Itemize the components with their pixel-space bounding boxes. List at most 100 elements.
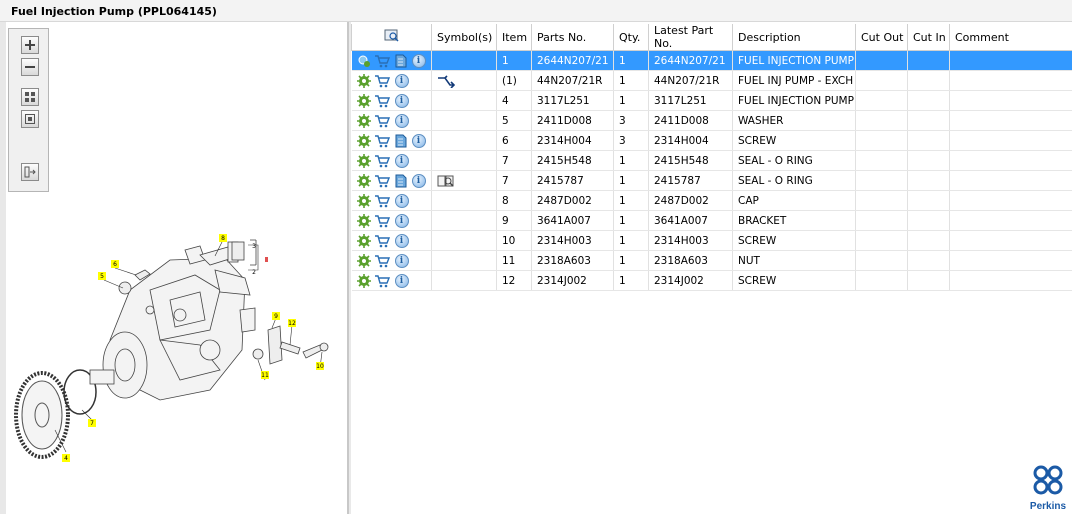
table-row[interactable]: i 1 2644N207/21 1 2644N207/21 FUEL INJECTION … — [351, 50, 1072, 71]
callout-11[interactable]: 11 — [261, 372, 269, 379]
zoom-out-button[interactable] — [21, 58, 39, 76]
table-row[interactable]: i 4 3117L251 1 3117L251 FUEL INJECTION PUMP G — [351, 90, 1072, 111]
document-icon[interactable] — [395, 54, 409, 68]
column-header-find[interactable] — [351, 24, 432, 51]
table-row[interactable]: i 11 2318A603 1 2318A603 NUT — [351, 250, 1072, 271]
info-icon[interactable]: i — [394, 153, 409, 168]
info-icon[interactable]: i — [394, 73, 409, 88]
qty-cell: 1 — [613, 230, 649, 251]
symbol-cell — [431, 70, 497, 91]
cart-icon[interactable] — [374, 94, 392, 108]
cart-icon[interactable] — [374, 214, 392, 228]
cart-icon[interactable] — [374, 114, 392, 128]
gear-icon[interactable] — [356, 173, 371, 188]
symbol-cell — [431, 110, 497, 131]
qty-cell: 1 — [613, 250, 649, 271]
cart-icon[interactable] — [374, 154, 392, 168]
export-button[interactable] — [21, 163, 39, 181]
exploded-parts-diagram[interactable]: 4 7 5 6 8 3 2 11 9 12 10 — [10, 230, 340, 475]
comment-cell — [949, 210, 1072, 231]
info-icon[interactable]: i — [394, 93, 409, 108]
callout-6[interactable]: 6 — [113, 261, 117, 268]
cut-out-cell — [855, 270, 908, 291]
callout-3[interactable]: 3 — [252, 243, 256, 250]
cart-icon[interactable] — [374, 54, 392, 68]
column-header-comment[interactable]: Comment — [949, 24, 1072, 51]
table-row[interactable]: i 7 2415H548 1 2415H548 SEAL - O RING — [351, 150, 1072, 171]
callout-5[interactable]: 5 — [100, 273, 104, 280]
info-icon[interactable]: i — [411, 133, 426, 148]
gear-icon[interactable] — [356, 153, 371, 168]
symbol-cell — [431, 210, 497, 231]
column-header-item[interactable]: Item — [496, 24, 532, 51]
column-header-cut-in[interactable]: Cut In — [907, 24, 950, 51]
column-header-symbols[interactable]: Symbol(s) — [431, 24, 497, 51]
parts-table-body: i 1 2644N207/21 1 2644N207/21 FUEL INJECTION … — [351, 50, 1072, 291]
callout-4[interactable]: 4 — [64, 455, 68, 462]
column-header-cut-out[interactable]: Cut Out — [855, 24, 908, 51]
cart-icon[interactable] — [374, 234, 392, 248]
gear-icon[interactable] — [356, 133, 371, 148]
cart-icon[interactable] — [374, 74, 392, 88]
info-icon[interactable]: i — [394, 113, 409, 128]
locate-icon[interactable] — [357, 54, 371, 68]
exchange-icon[interactable] — [437, 74, 456, 89]
callout-9[interactable]: 9 — [274, 313, 278, 320]
info-icon[interactable]: i — [411, 53, 426, 68]
callout-8[interactable]: 8 — [221, 235, 225, 242]
column-header-parts-no[interactable]: Parts No. — [531, 24, 614, 51]
callout-12[interactable]: 12 — [288, 320, 296, 327]
callout-1-marker[interactable] — [265, 257, 268, 262]
cut-in-cell — [907, 90, 950, 111]
table-row[interactable]: i 10 2314H003 1 2314H003 SCREW — [351, 230, 1072, 251]
table-row[interactable]: i 7 2415787 1 2415787 SEAL - O RING — [351, 170, 1072, 191]
table-row[interactable]: i 8 2487D002 1 2487D002 CAP — [351, 190, 1072, 211]
zoom-in-button[interactable] — [21, 36, 39, 54]
info-icon[interactable]: i — [394, 273, 409, 288]
cart-icon[interactable] — [374, 174, 392, 188]
info-icon[interactable]: i — [411, 173, 426, 188]
fit-window-button[interactable] — [21, 110, 39, 128]
gear-icon[interactable] — [356, 193, 371, 208]
info-icon[interactable]: i — [394, 253, 409, 268]
callout-7[interactable]: 7 — [90, 420, 94, 427]
gear-icon[interactable] — [356, 213, 371, 228]
gear-part-drawing — [14, 371, 70, 459]
item-cell: 4 — [496, 90, 532, 111]
column-header-latest-part-no[interactable]: Latest Part No. — [648, 24, 733, 51]
cart-icon[interactable] — [374, 254, 392, 268]
parts-table: Symbol(s) Item Parts No. Qty. Latest Par… — [351, 24, 1072, 291]
cart-icon[interactable] — [374, 274, 392, 288]
comment-cell — [949, 230, 1072, 251]
row-actions-cell: i — [351, 70, 432, 91]
gear-icon[interactable] — [356, 73, 371, 88]
cart-icon[interactable] — [374, 134, 392, 148]
gear-icon[interactable] — [356, 253, 371, 268]
document-icon[interactable] — [395, 174, 409, 188]
info-icon[interactable]: i — [394, 193, 409, 208]
latest-part-no-cell: 2644N207/21 — [648, 50, 733, 71]
column-header-description[interactable]: Description — [732, 24, 856, 51]
gear-icon[interactable] — [356, 233, 371, 248]
gear-icon[interactable] — [356, 113, 371, 128]
table-row[interactable]: i 6 2314H004 3 2314H004 SCREW — [351, 130, 1072, 151]
table-row[interactable]: i (1) 44N207/21R 1 44N207/21R FUEL INJ PUMP -… — [351, 70, 1072, 91]
fit-all-button[interactable] — [21, 88, 39, 106]
gear-icon[interactable] — [356, 273, 371, 288]
gear-icon[interactable] — [356, 93, 371, 108]
callout-10[interactable]: 10 — [316, 363, 324, 370]
info-icon[interactable]: i — [394, 233, 409, 248]
callout-2[interactable]: 2 — [252, 269, 256, 276]
fit-window-icon — [25, 114, 35, 124]
book-search-icon[interactable] — [437, 174, 455, 188]
table-row[interactable]: i 5 2411D008 3 2411D008 WASHER — [351, 110, 1072, 131]
column-header-qty[interactable]: Qty. — [613, 24, 649, 51]
document-icon[interactable] — [395, 134, 409, 148]
parts-no-cell: 2318A603 — [531, 250, 614, 271]
item-cell: 5 — [496, 110, 532, 131]
cart-icon[interactable] — [374, 194, 392, 208]
description-cell: CAP — [732, 190, 856, 211]
info-icon[interactable]: i — [394, 213, 409, 228]
table-row[interactable]: i 9 3641A007 1 3641A007 BRACKET — [351, 210, 1072, 231]
table-row[interactable]: i 12 2314J002 1 2314J002 SCREW — [351, 270, 1072, 291]
